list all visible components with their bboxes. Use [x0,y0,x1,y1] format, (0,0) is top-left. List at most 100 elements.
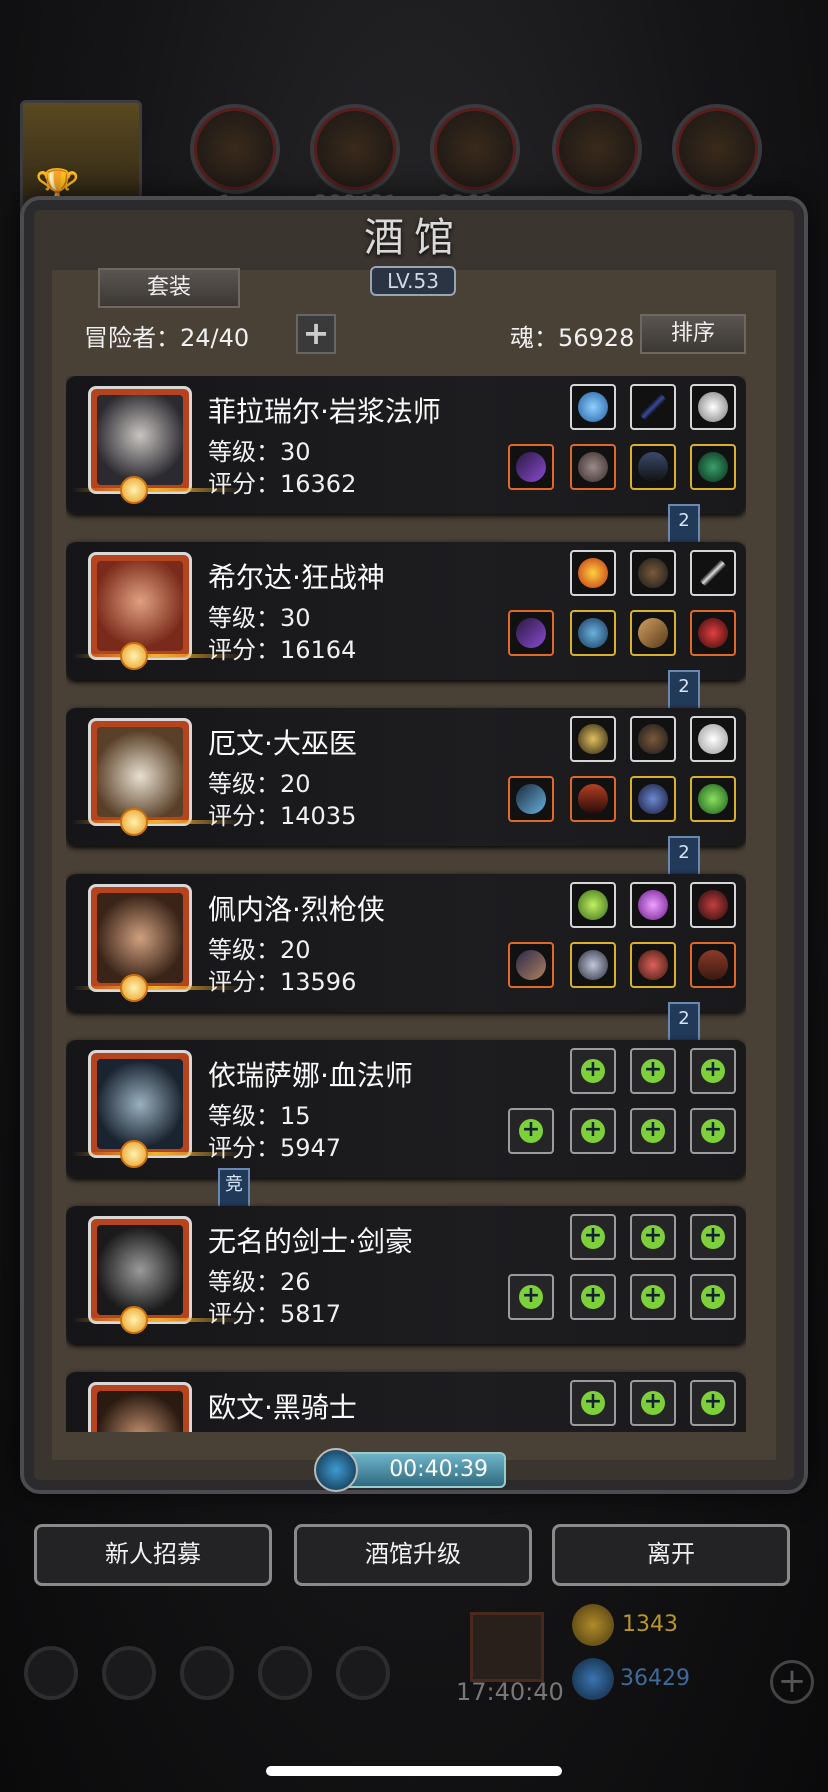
amulet-equip-icon[interactable] [690,444,736,490]
tavern-menu-icon[interactable] [180,1646,234,1700]
hero-level: 等级：20 [208,936,311,964]
add-equip-icon[interactable]: + [690,1108,736,1154]
add-skill-icon[interactable]: + [570,1048,616,1094]
wing-skill-icon[interactable] [690,716,736,762]
crystal-skill-icon[interactable] [630,882,676,928]
fire-skill-icon[interactable] [570,550,616,596]
crystal-resource-icon[interactable] [552,104,642,194]
hero-card[interactable]: 菲拉瑞尔·岩浆法师 等级：30 评分：16362 [66,376,746,514]
club-equip-icon[interactable] [630,610,676,656]
add-equip-icon[interactable]: + [570,1108,616,1154]
add-skill-icon[interactable]: + [690,1214,736,1260]
add-skill-icon[interactable]: + [570,1380,616,1426]
hero-card[interactable]: 佩内洛·烈枪侠 等级：20 评分：13596 [66,874,746,1012]
boomerang-skill-icon[interactable] [630,716,676,762]
stone-resource-icon[interactable] [430,104,520,194]
add-equip-icon[interactable]: + [570,1274,616,1320]
wood-resource-icon[interactable] [310,104,400,194]
rank-sun-icon [120,476,148,504]
map-icon[interactable] [336,1646,390,1700]
add-equip-icon[interactable]: + [630,1108,676,1154]
recruit-button[interactable]: 新人招募 [34,1524,272,1586]
gem-equip-icon[interactable] [690,776,736,822]
hero-avatar [88,1382,192,1432]
add-skill-icon[interactable]: + [630,1048,676,1094]
add-equip-icon[interactable]: + [508,1274,554,1320]
hero-card[interactable]: 依瑞萨娜·血法师 等级：15 评分：5947 + + + + + + + [66,1040,746,1178]
timer-value: 00:40:39 [389,1457,488,1482]
hero-menu-icon[interactable] [102,1646,156,1700]
clock-icon [314,1448,358,1492]
sword-equip-icon[interactable] [630,444,676,490]
hero-list[interactable]: 菲拉瑞尔·岩浆法师 等级：30 评分：16362 2 希尔达·狂战神 等级：30… [66,376,746,1432]
axe-equip-icon[interactable] [508,610,554,656]
hero-score: 评分：16164 [208,636,357,664]
set-button[interactable]: 套装 [98,268,240,308]
hero-name: 依瑞萨娜·血法师 [208,1059,413,1092]
refresh-timer: 00:40:39 [314,1448,506,1492]
robe-equip-icon[interactable] [570,776,616,822]
add-currency-button[interactable]: + [770,1660,814,1704]
meat-resource-icon[interactable] [190,104,280,194]
hero-card[interactable]: 无名的剑士·剑豪 等级：26 评分：5817 + + + + + + + [66,1206,746,1344]
gold-amount: 1343 [622,1612,678,1637]
wand-equip-icon[interactable] [508,776,554,822]
add-equip-icon[interactable]: + [630,1274,676,1320]
add-skill-icon[interactable]: + [630,1214,676,1260]
add-equip-icon[interactable]: + [508,1108,554,1154]
ring-equip-icon[interactable] [690,610,736,656]
home-indicator[interactable] [266,1766,562,1776]
rank-sun-icon [120,1140,148,1168]
staff-equip-icon[interactable] [508,444,554,490]
heart-equip-icon[interactable] [630,942,676,988]
hero-level: 等级：15 [208,1102,311,1130]
potion-skill-icon[interactable] [690,882,736,928]
hero-level: 等级：30 [208,604,311,632]
upgrade-tavern-button[interactable]: 酒馆升级 [294,1524,532,1586]
rifle-equip-icon[interactable] [508,942,554,988]
hero-card[interactable]: 欧文·黑骑士 + + + [66,1372,746,1432]
adventurer-count: 冒险者：24/40 [84,324,250,352]
book-equip-icon[interactable] [690,942,736,988]
rank-sun-icon [120,642,148,670]
gift-box-icon[interactable] [470,1612,544,1682]
feather-skill-icon[interactable] [690,384,736,430]
leave-button[interactable]: 离开 [552,1524,790,1586]
hero-level: 等级：26 [208,1268,311,1296]
add-equip-icon[interactable]: + [690,1274,736,1320]
hero-name: 菲拉瑞尔·岩浆法师 [208,395,441,428]
hero-card[interactable]: 厄文·大巫医 等级：20 评分：14035 [66,708,746,846]
add-skill-icon[interactable]: + [690,1380,736,1426]
hero-score: 评分：13596 [208,968,357,996]
hero-level: 等级：30 [208,438,311,466]
gift-timer: 17:40:40 [456,1678,564,1706]
dagger-skill-icon[interactable] [690,550,736,596]
hero-name: 希尔达·狂战神 [208,561,385,594]
expand-capacity-button[interactable]: + [296,314,336,354]
hero-name: 厄文·大巫医 [208,727,357,760]
rank-sun-icon [120,974,148,1002]
scepter-equip-icon[interactable] [630,776,676,822]
add-skill-icon[interactable]: + [570,1214,616,1260]
add-skill-icon[interactable]: + [690,1048,736,1094]
armor-equip-icon[interactable] [570,942,616,988]
settings-icon[interactable] [24,1646,78,1700]
mail-icon[interactable] [258,1646,312,1700]
hero-name: 无名的剑士·剑豪 [208,1225,413,1258]
armor-equip-icon[interactable] [570,610,616,656]
add-skill-icon[interactable]: + [630,1380,676,1426]
hero-level: 等级：20 [208,770,311,798]
rank-sun-icon [120,1306,148,1334]
orb-skill-icon[interactable] [570,384,616,430]
arena-ribbon: 竞 [218,1168,250,1208]
totem-skill-icon[interactable] [570,716,616,762]
hero-card[interactable]: 希尔达·狂战神 等级：30 评分：16164 [66,542,746,680]
sort-button[interactable]: 排序 [640,314,746,354]
armor-equip-icon[interactable] [570,444,616,490]
boomerang-skill-icon[interactable] [630,550,676,596]
iron-resource-icon[interactable] [672,104,762,194]
rank-ribbon: 2 [668,836,700,876]
whip-skill-icon[interactable] [630,384,676,430]
hero-score: 评分：5947 [208,1134,342,1162]
drill-skill-icon[interactable] [570,882,616,928]
